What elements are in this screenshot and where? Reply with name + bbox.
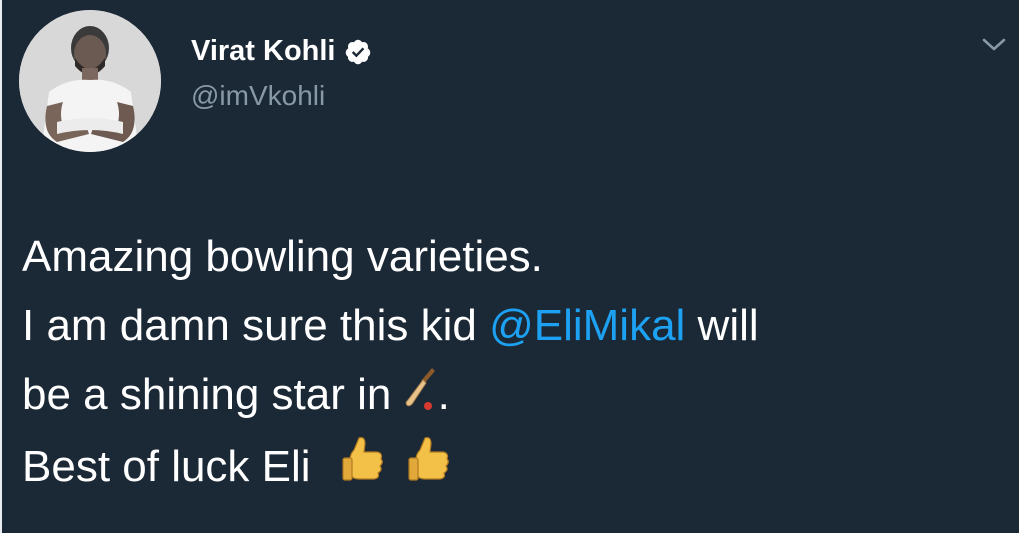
verified-badge-icon — [344, 38, 372, 66]
tweet-text: Amazing bowling varieties. I am damn sur… — [22, 222, 1007, 504]
tweet-card: Virat Kohli @imVkohli Amazing bowling va… — [0, 0, 1019, 533]
avatar-photo — [19, 10, 161, 152]
tweet-line-3-text: be a shining star in — [22, 370, 404, 419]
cricket-bat-icon — [404, 363, 438, 432]
author-block: Virat Kohli @imVkohli — [191, 37, 372, 110]
tweet-line-3: be a shining star in . — [22, 360, 1007, 432]
tweet-line-4: Best of luck Eli — [22, 432, 1007, 504]
chevron-down-icon[interactable] — [981, 36, 1007, 54]
tweet-line-2-end: will — [685, 301, 759, 350]
author-handle[interactable]: @imVkohli — [191, 82, 372, 110]
author-name[interactable]: Virat Kohli — [191, 37, 336, 66]
avatar[interactable] — [19, 10, 161, 152]
tweet-line-4-text: Best of luck Eli — [22, 441, 311, 491]
name-row: Virat Kohli — [191, 37, 372, 66]
tweet-line-3-end: . — [437, 370, 450, 419]
thumbs-up-icon — [341, 434, 385, 504]
thumbs-up-icon — [407, 434, 451, 504]
tweet-line-2-text: I am damn sure this kid — [22, 301, 490, 350]
tweet-line-1: Amazing bowling varieties. — [22, 232, 543, 281]
mention-link[interactable]: @EliMikal — [489, 301, 685, 350]
tweet-line-2: I am damn sure this kid @EliMikal will — [22, 291, 1007, 360]
